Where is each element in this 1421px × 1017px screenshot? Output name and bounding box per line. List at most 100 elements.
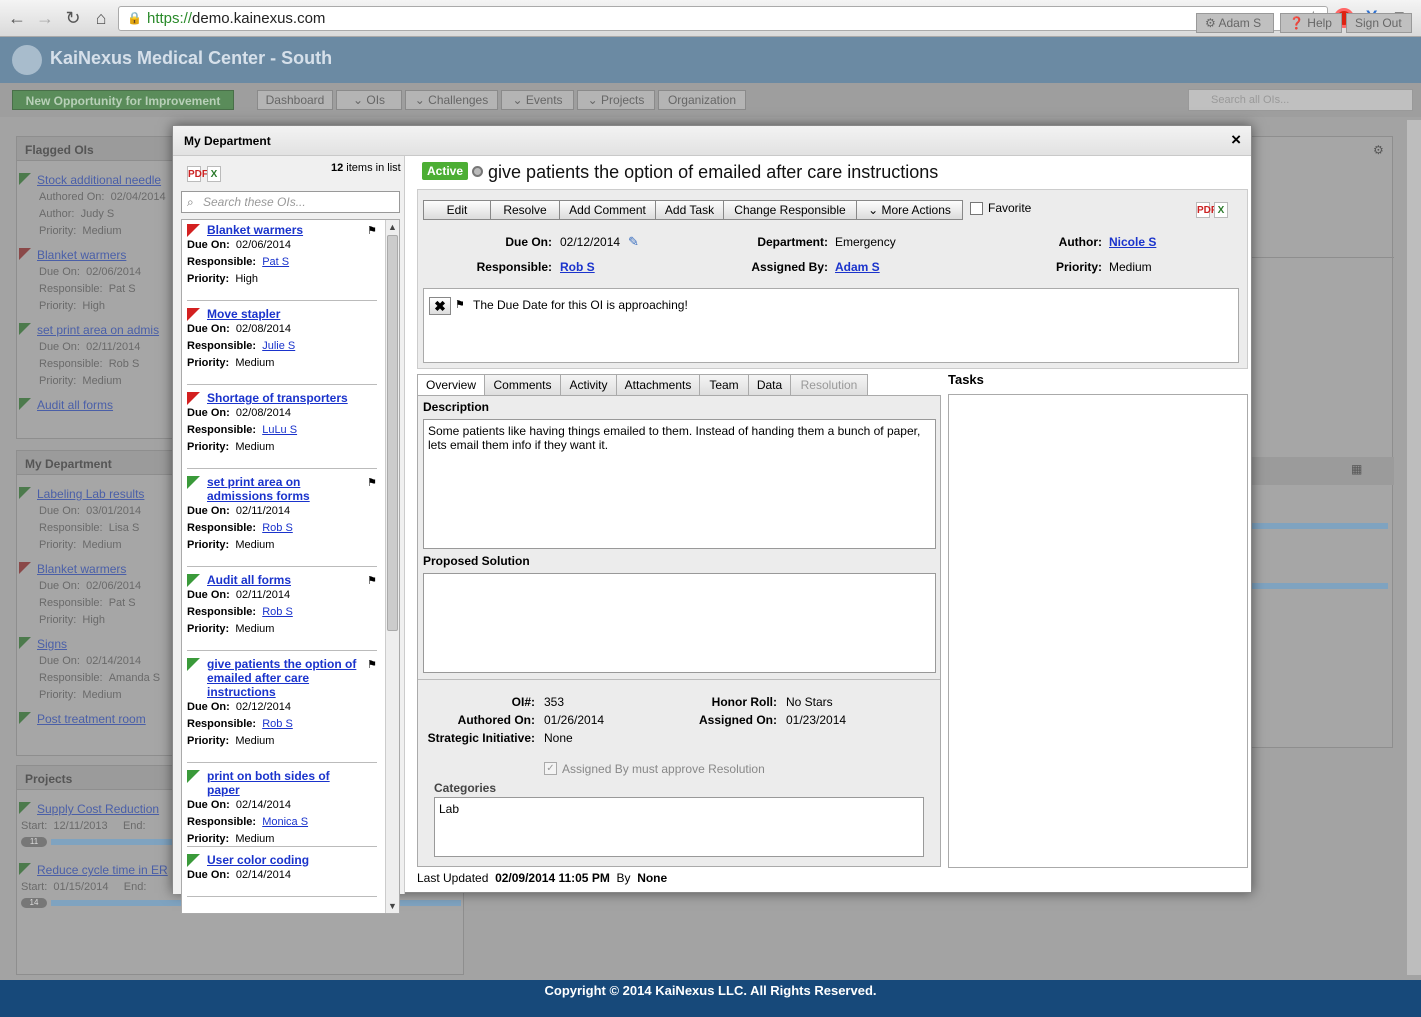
favorite-label: Favorite (988, 201, 1032, 215)
resolve-button[interactable]: Resolve (490, 200, 560, 220)
proposed-solution-field[interactable] (423, 573, 936, 673)
oi-title-link[interactable]: User color coding (207, 850, 362, 867)
tab-data[interactable]: Data (748, 374, 791, 396)
oi-title-link[interactable]: Audit all forms (207, 570, 362, 587)
tab-ois[interactable]: ⌄ OIs (336, 90, 402, 110)
due-on-row: Due On: 02/11/2014 (187, 589, 291, 601)
scroll-down-icon[interactable]: ▼ (386, 899, 399, 913)
help-button[interactable]: ❓ Help (1280, 13, 1342, 33)
user-button[interactable]: ⚙ Adam S (1196, 13, 1274, 33)
tab-organization[interactable]: Organization (658, 90, 746, 110)
address-bar[interactable]: 🔒 https://demo.kainexus.com ☆ (118, 6, 1328, 31)
categories-label: Categories (434, 781, 497, 795)
categories-field[interactable]: Lab (434, 797, 924, 857)
list-scrollbar[interactable]: ▲ ▼ (385, 220, 399, 913)
responsible-link[interactable]: Rob S (262, 606, 293, 618)
change-responsible-button[interactable]: Change Responsible (723, 200, 857, 220)
forward-icon[interactable]: → (34, 7, 56, 29)
gear-icon[interactable]: ⚙ (1373, 143, 1384, 157)
priority-flag-icon (187, 476, 200, 489)
copyright-text: Copyright © 2014 KaiNexus LLC. All Right… (544, 983, 877, 998)
priority-row: Priority: Medium (187, 357, 275, 369)
list-item[interactable]: User color coding Due On: 02/14/2014 (187, 850, 377, 897)
responsible-row: Responsible: Monica S (187, 816, 309, 828)
grid-icon[interactable]: ▦ (1351, 462, 1362, 476)
description-field[interactable]: Some patients like having things emailed… (423, 419, 936, 549)
tab-activity[interactable]: Activity (560, 374, 617, 396)
tab-challenges[interactable]: ⌄ Challenges (405, 90, 498, 110)
sign-out-button[interactable]: Sign Out (1346, 13, 1412, 33)
oi-title-link[interactable]: set print area on admissions forms (207, 472, 362, 503)
page-scrollbar[interactable] (1407, 120, 1421, 975)
pdf-export-icon[interactable]: PDF (187, 166, 208, 182)
tab-team[interactable]: Team (699, 374, 749, 396)
reload-icon[interactable]: ↻ (62, 7, 84, 29)
list-item[interactable]: ⚑ Blanket warmers Due On: 02/06/2014 Respon… (187, 220, 377, 301)
scroll-thumb[interactable] (387, 235, 398, 631)
excel-export-icon[interactable]: X (207, 166, 221, 182)
flag-icon[interactable]: ⚑ (367, 574, 377, 587)
search-all-input[interactable]: Search all OIs... (1188, 89, 1413, 111)
responsible-link[interactable]: Pat S (262, 256, 289, 268)
list-item[interactable]: Move stapler Due On: 02/08/2014 Responsibl… (187, 304, 377, 385)
oi-title-link[interactable]: print on both sides of paper (207, 766, 362, 797)
detail-box: Edit Resolve Add Comment Add Task Change… (417, 189, 1248, 369)
authored-on-label: Authored On: (457, 713, 535, 727)
edit-date-icon[interactable]: ✎ (628, 234, 639, 250)
oi-title-link[interactable]: give patients the option of emailed afte… (207, 654, 362, 699)
author-link[interactable]: Nicole S (1109, 235, 1156, 249)
dismiss-alert-icon[interactable]: ✖ (429, 297, 451, 315)
favorite-checkbox[interactable] (970, 202, 983, 215)
pdf-export-icon[interactable]: PDF (1196, 202, 1217, 218)
flag-icon[interactable]: ⚑ (367, 658, 377, 671)
flag-icon[interactable]: ⚑ (367, 476, 377, 489)
search-ois-input[interactable]: ⌕ Search these OIs... (181, 191, 400, 213)
count-badge: 11 (21, 837, 47, 847)
oi-title-link[interactable]: Blanket warmers (207, 220, 362, 237)
responsible-link[interactable]: Julie S (262, 340, 295, 352)
list-item[interactable]: ⚑ Audit all forms Due On: 02/11/2014 Respon… (187, 570, 377, 651)
authored-on-value: 01/26/2014 (544, 713, 605, 727)
tab-events[interactable]: ⌄ Events (501, 90, 574, 110)
home-icon[interactable]: ⌂ (90, 7, 112, 29)
tab-overview[interactable]: Overview (417, 374, 485, 396)
responsible-link[interactable]: Rob S (262, 522, 293, 534)
flag-icon[interactable]: ⚑ (367, 224, 377, 237)
due-on-row: Due On: 02/12/2014 (187, 701, 291, 713)
list-item[interactable]: ⚑ give patients the option of emailed aft… (187, 654, 377, 763)
tab-dashboard[interactable]: Dashboard (257, 90, 333, 110)
more-actions-button[interactable]: ⌄ More Actions (856, 200, 963, 220)
new-opportunity-button[interactable]: New Opportunity for Improvement (12, 90, 234, 110)
modal-title: My Department (184, 134, 271, 148)
responsible-link[interactable]: Monica S (262, 816, 308, 828)
status-radio-icon (472, 166, 484, 177)
edit-button[interactable]: Edit (423, 200, 491, 220)
due-on-row: Due On: 02/06/2014 (187, 239, 291, 251)
tab-comments[interactable]: Comments (484, 374, 561, 396)
due-on-label: Due On: (505, 235, 552, 249)
responsible-link[interactable]: Rob S (262, 718, 293, 730)
responsible-link[interactable]: Rob S (560, 260, 595, 274)
priority-row: Priority: Medium (187, 441, 275, 453)
excel-export-icon[interactable]: X (1214, 202, 1228, 218)
oi-list-column: PDF X 12 items in list ⌕ Search these OIs… (173, 156, 405, 914)
list-item[interactable]: print on both sides of paper Due On: 02/1… (187, 766, 377, 847)
items-count: 12 items in list (331, 162, 401, 174)
list-item[interactable]: ⚑ set print area on admissions forms Due O… (187, 472, 377, 567)
assigned-by-link[interactable]: Adam S (835, 260, 880, 274)
tab-attachments[interactable]: Attachments (616, 374, 700, 396)
oi-title-link[interactable]: Move stapler (207, 304, 362, 321)
scroll-up-icon[interactable]: ▲ (386, 220, 399, 234)
author-label: Author: (1058, 235, 1102, 249)
responsible-row: Responsible: Rob S (187, 522, 293, 534)
oi-title-link[interactable]: Shortage of transporters (207, 388, 362, 405)
list-item[interactable]: Shortage of transporters Due On: 02/08/20… (187, 388, 377, 469)
tab-projects[interactable]: ⌄ Projects (577, 90, 655, 110)
close-icon[interactable]: × (1231, 130, 1241, 150)
responsible-row: Responsible: Pat S (187, 256, 290, 268)
responsible-link[interactable]: LuLu S (262, 424, 297, 436)
priority-label: Priority: (1055, 260, 1102, 274)
add-task-button[interactable]: Add Task (655, 200, 724, 220)
back-icon[interactable]: ← (6, 7, 28, 29)
add-comment-button[interactable]: Add Comment (559, 200, 656, 220)
